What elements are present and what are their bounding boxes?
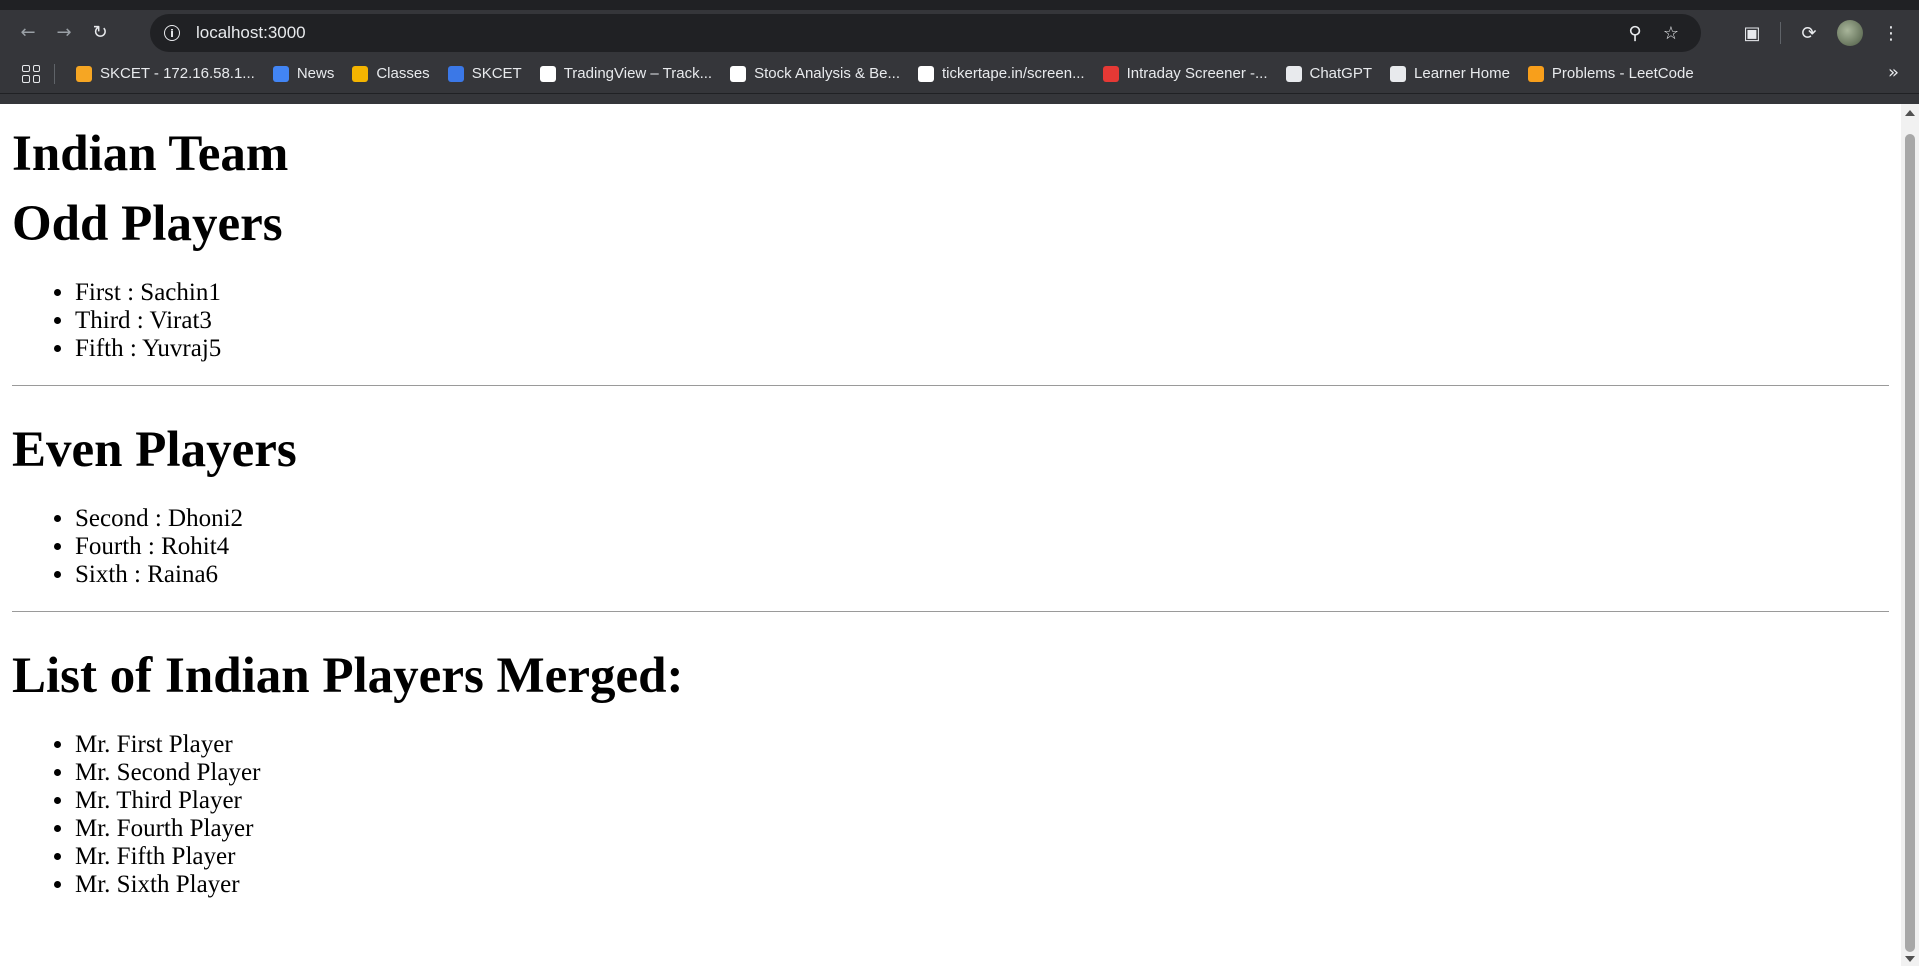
even-players-heading: Even Players: [12, 422, 297, 478]
zoom-icon[interactable]: ⚲: [1617, 15, 1653, 51]
apps-grid-icon[interactable]: [22, 64, 40, 83]
list-item: First : Sachin1: [75, 279, 1889, 307]
divider: [12, 385, 1889, 386]
bookmark-label: Stock Analysis & Be...: [754, 65, 901, 82]
bookmark-item[interactable]: Learner Home: [1381, 59, 1519, 89]
odd-players-heading: Odd Players: [12, 196, 283, 252]
bookmark-item[interactable]: Intraday Screener -...: [1094, 59, 1277, 89]
bookmarks-bar: SKCET - 172.16.58.1... News Classes SKCET Tr…: [0, 54, 1919, 94]
bookmark-item[interactable]: SKCET: [439, 59, 531, 89]
skcet-mail-icon: [76, 65, 92, 82]
leetcode-icon: [1527, 65, 1544, 82]
toolbar-divider: [1780, 22, 1781, 44]
bookmark-label: Intraday Screener -...: [1126, 65, 1268, 82]
tickertape-icon: [918, 65, 935, 82]
bookmark-label: TradingView – Track...: [563, 65, 713, 82]
site-info-icon[interactable]: i: [164, 25, 180, 41]
bookmark-item[interactable]: News: [264, 59, 344, 89]
list-item: Fifth : Yuvraj5: [75, 335, 1889, 363]
bookmark-item[interactable]: TradingView – Track...: [531, 59, 721, 89]
bookmark-label: SKCET - 172.16.58.1...: [100, 65, 255, 82]
list-item: Sixth : Raina6: [75, 561, 1889, 589]
more-bookmarks-icon[interactable]: »: [1888, 62, 1899, 83]
bookmark-label: Classes: [376, 65, 430, 82]
list-item: Mr. Third Player: [75, 787, 1889, 815]
toolbar-actions: ▣ ⟳ ⋮: [1734, 14, 1909, 52]
bookmark-label: Problems - LeetCode: [1551, 65, 1694, 82]
bookmark-item[interactable]: Stock Analysis & Be...: [721, 59, 909, 89]
list-item: Second : Dhoni2: [75, 505, 1889, 533]
list-item: Mr. Fourth Player: [75, 815, 1889, 843]
bookmark-label: ChatGPT: [1309, 65, 1373, 82]
scrollbar-thumb[interactable]: [1905, 134, 1915, 952]
vertical-scrollbar[interactable]: [1901, 104, 1919, 966]
navigation-bar: ← → ↻ i localhost:3000 ⚲ ☆ ▣ ⟳ ⋮: [0, 10, 1919, 54]
url-text[interactable]: localhost:3000: [196, 23, 1617, 43]
merged-players-heading: List of Indian Players Merged:: [12, 648, 684, 704]
tab-strip: [0, 0, 1919, 10]
page-title: Indian Team: [12, 126, 289, 182]
bookmark-label: tickertape.in/screen...: [942, 65, 1085, 82]
chatgpt-icon: [1285, 65, 1302, 82]
odd-players-list: First : Sachin1 Third : Virat3 Fifth : Y…: [12, 279, 1889, 363]
address-bar[interactable]: i localhost:3000 ⚲ ☆: [150, 14, 1701, 52]
page-viewport: Indian Team Odd Players First : Sachin1 …: [0, 104, 1901, 966]
bookmark-item[interactable]: Problems - LeetCode: [1519, 59, 1703, 89]
bookmark-item[interactable]: Classes: [343, 59, 438, 89]
list-item: Mr. Fifth Player: [75, 843, 1889, 871]
screenshot-icon[interactable]: ▣: [1734, 15, 1770, 51]
list-item: Third : Virat3: [75, 307, 1889, 335]
reload-icon[interactable]: ↻: [82, 14, 118, 50]
page-content: Indian Team Odd Players First : Sachin1 …: [0, 104, 1901, 899]
menu-icon[interactable]: ⋮: [1873, 15, 1909, 51]
list-item: Mr. Sixth Player: [75, 871, 1889, 899]
tradingview-icon: [539, 65, 556, 82]
bookmark-label: News: [296, 65, 335, 82]
bookmark-item[interactable]: ChatGPT: [1277, 59, 1382, 89]
list-item: Fourth : Rohit4: [75, 533, 1889, 561]
bookmark-item[interactable]: SKCET - 172.16.58.1...: [67, 59, 264, 89]
bookmarks-divider: [54, 63, 55, 84]
edx-icon: [1390, 65, 1407, 82]
browser-chrome: ← → ↻ i localhost:3000 ⚲ ☆ ▣ ⟳ ⋮ SKCET -…: [0, 0, 1919, 104]
profile-avatar[interactable]: [1837, 20, 1863, 46]
forward-icon[interactable]: →: [46, 14, 82, 50]
performance-icon[interactable]: ⟳: [1791, 15, 1827, 51]
google-classroom-icon: [352, 65, 369, 82]
even-players-list: Second : Dhoni2 Fourth : Rohit4 Sixth : …: [12, 505, 1889, 589]
scroll-up-icon[interactable]: [1905, 110, 1915, 116]
list-item: Mr. Second Player: [75, 759, 1889, 787]
google-news-icon: [272, 65, 289, 82]
merged-players-list: Mr. First Player Mr. Second Player Mr. T…: [12, 731, 1889, 899]
bookmark-item[interactable]: tickertape.in/screen...: [909, 59, 1094, 89]
scroll-down-icon[interactable]: [1905, 956, 1915, 962]
tickertape-icon: [730, 65, 747, 82]
bookmark-label: Learner Home: [1414, 65, 1510, 82]
bookmark-list: SKCET - 172.16.58.1... News Classes SKCET Tr…: [67, 59, 1703, 89]
skcet-icon: [447, 65, 464, 82]
bookmark-star-icon[interactable]: ☆: [1653, 15, 1689, 51]
list-item: Mr. First Player: [75, 731, 1889, 759]
screener-icon: [1102, 65, 1119, 82]
bookmark-label: SKCET: [471, 65, 522, 82]
divider: [12, 611, 1889, 612]
back-icon[interactable]: ←: [10, 14, 46, 50]
